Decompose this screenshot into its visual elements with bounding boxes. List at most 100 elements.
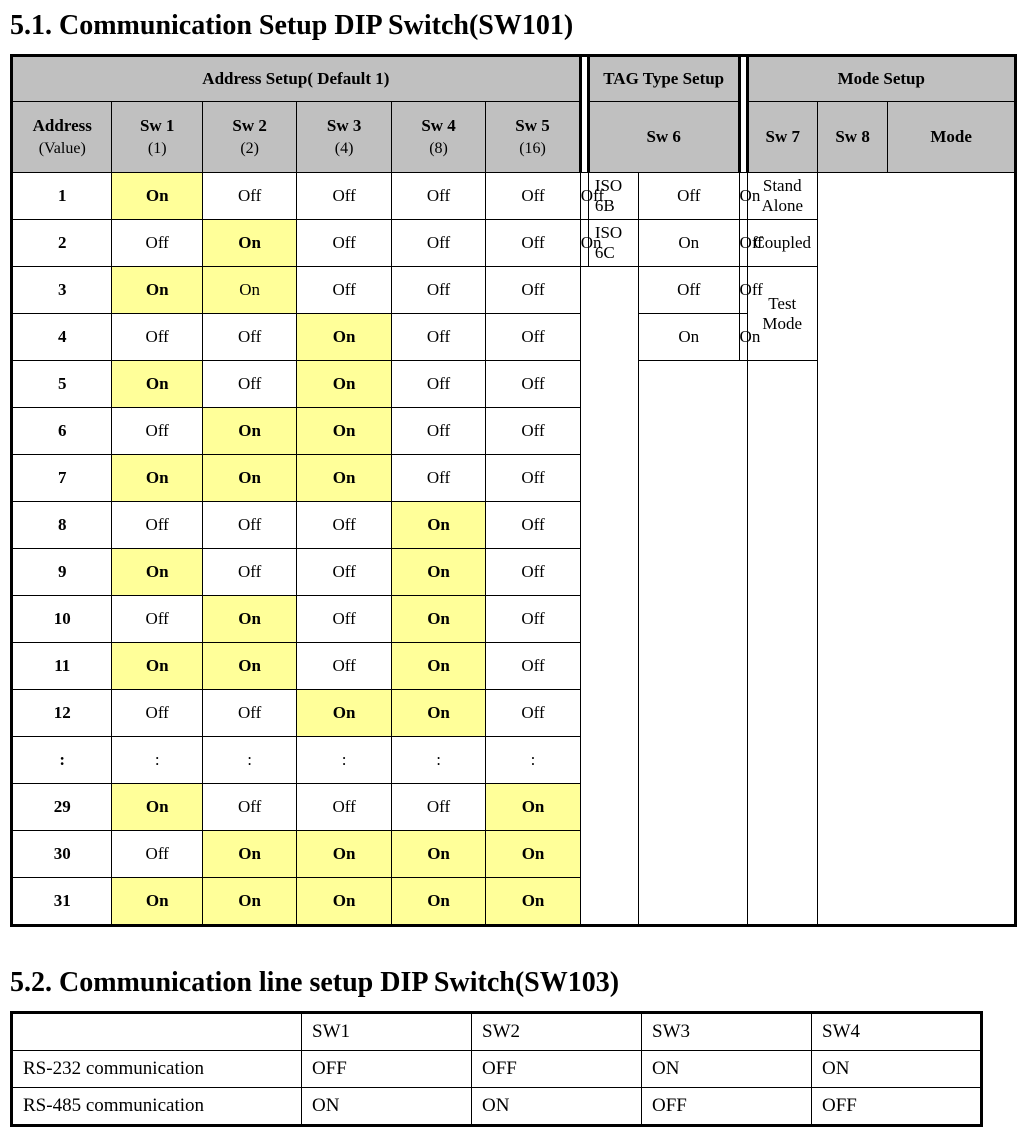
cell: On xyxy=(580,220,588,267)
col-sw3: Sw 3(4) xyxy=(297,102,391,173)
table-row: 4OffOffOnOffOffOnOn xyxy=(12,314,1016,361)
cell: Off xyxy=(486,220,581,267)
cell: Off xyxy=(486,173,581,220)
cell: : xyxy=(202,737,296,784)
mode-empty2 xyxy=(747,361,817,926)
cell: Off xyxy=(486,267,581,314)
col-sw7: Sw 7 xyxy=(747,102,817,173)
section-5-1-heading: 5.1. Communication Setup DIP Switch(SW10… xyxy=(10,10,1017,42)
tag-type-setup-header: TAG Type Setup xyxy=(588,56,739,102)
cell: 6 xyxy=(12,408,112,455)
col-sw5: Sw 5(16) xyxy=(486,102,581,173)
cell: On xyxy=(486,878,581,926)
table-row: 11OnOnOffOnOff xyxy=(12,643,1016,690)
cell: Off xyxy=(202,502,296,549)
cell: Off xyxy=(297,173,391,220)
t2-blank xyxy=(12,1013,302,1051)
cell: On xyxy=(391,643,485,690)
t2-rs485-label: RS-485 communication xyxy=(12,1088,302,1126)
mode-setup-header: Mode Setup xyxy=(747,56,1015,102)
table-row: :::::: xyxy=(12,737,1016,784)
table-row: 12OffOffOnOnOff xyxy=(12,690,1016,737)
cell: On xyxy=(739,314,747,361)
table-row: 3OnOnOffOffOffOffOffTest Mode xyxy=(12,267,1016,314)
cell: ISO 6C xyxy=(588,220,638,267)
table-row: 7OnOnOnOffOff xyxy=(12,455,1016,502)
cell: ISO 6B xyxy=(588,173,638,220)
cell: Off xyxy=(391,408,485,455)
cell: Off xyxy=(391,455,485,502)
col-address: Address(Value) xyxy=(12,102,112,173)
col-sw8: Sw 8 xyxy=(817,102,887,173)
t2-cell: ON xyxy=(642,1051,812,1088)
cell: On xyxy=(486,831,581,878)
cell: 12 xyxy=(12,690,112,737)
cell: On xyxy=(202,643,296,690)
cell: Off xyxy=(297,596,391,643)
cell: Off xyxy=(639,173,740,220)
cell: Off xyxy=(112,690,202,737)
cell: Off xyxy=(391,267,485,314)
cell: On xyxy=(391,596,485,643)
t2-sw3: SW3 xyxy=(642,1013,812,1051)
t2-sw1: SW1 xyxy=(302,1013,472,1051)
cell: 29 xyxy=(12,784,112,831)
cell: 1 xyxy=(12,173,112,220)
cell: On xyxy=(202,878,296,926)
cell: Off xyxy=(297,267,391,314)
sw101-table: Address Setup( Default 1) TAG Type Setup… xyxy=(10,54,1017,927)
col-sw6: Sw 6 xyxy=(588,102,739,173)
cell: On xyxy=(297,690,391,737)
cell: : xyxy=(486,737,581,784)
t2-cell: ON xyxy=(472,1088,642,1126)
cell: On xyxy=(391,549,485,596)
cell: 4 xyxy=(12,314,112,361)
col-mode: Mode xyxy=(888,102,1016,173)
cell: 3 xyxy=(12,267,112,314)
cell: On xyxy=(391,878,485,926)
cell: Off xyxy=(391,314,485,361)
cell: On xyxy=(297,314,391,361)
cell: 10 xyxy=(12,596,112,643)
cell: Off xyxy=(297,549,391,596)
cell: Off xyxy=(202,361,296,408)
tag-empty xyxy=(580,267,638,926)
cell: Off xyxy=(297,502,391,549)
cell: Off xyxy=(580,173,588,220)
cell: 11 xyxy=(12,643,112,690)
cell: Off xyxy=(739,267,747,314)
cell: On xyxy=(202,831,296,878)
section-5-2-heading: 5.2. Communication line setup DIP Switch… xyxy=(10,967,1017,999)
t2-sw2: SW2 xyxy=(472,1013,642,1051)
t2-cell: OFF xyxy=(302,1051,472,1088)
cell: On xyxy=(739,173,747,220)
table-row: 30OffOnOnOnOn xyxy=(12,831,1016,878)
cell: On xyxy=(391,831,485,878)
cell: On xyxy=(639,314,740,361)
cell: On xyxy=(391,690,485,737)
cell: Off xyxy=(297,643,391,690)
table-row: 10OffOnOffOnOff xyxy=(12,596,1016,643)
cell: Off xyxy=(486,690,581,737)
cell: On xyxy=(112,549,202,596)
cell: On xyxy=(391,502,485,549)
col-sw1: Sw 1(1) xyxy=(112,102,202,173)
cell: Off xyxy=(739,220,747,267)
cell: 2 xyxy=(12,220,112,267)
cell: 30 xyxy=(12,831,112,878)
col-sw2: Sw 2(2) xyxy=(202,102,296,173)
cell: On xyxy=(639,220,740,267)
cell: Off xyxy=(112,831,202,878)
table-row: 6OffOnOnOffOff xyxy=(12,408,1016,455)
cell: On xyxy=(297,361,391,408)
cell: Off xyxy=(486,455,581,502)
table-row: 29OnOffOffOffOn xyxy=(12,784,1016,831)
cell: On xyxy=(112,173,202,220)
cell: Off xyxy=(486,549,581,596)
cell: 9 xyxy=(12,549,112,596)
cell: Off xyxy=(391,220,485,267)
cell: Off xyxy=(297,784,391,831)
table-row: 1OnOffOffOffOffOffISO 6BOffOnStand Alone xyxy=(12,173,1016,220)
cell: : xyxy=(112,737,202,784)
cell: : xyxy=(12,737,112,784)
